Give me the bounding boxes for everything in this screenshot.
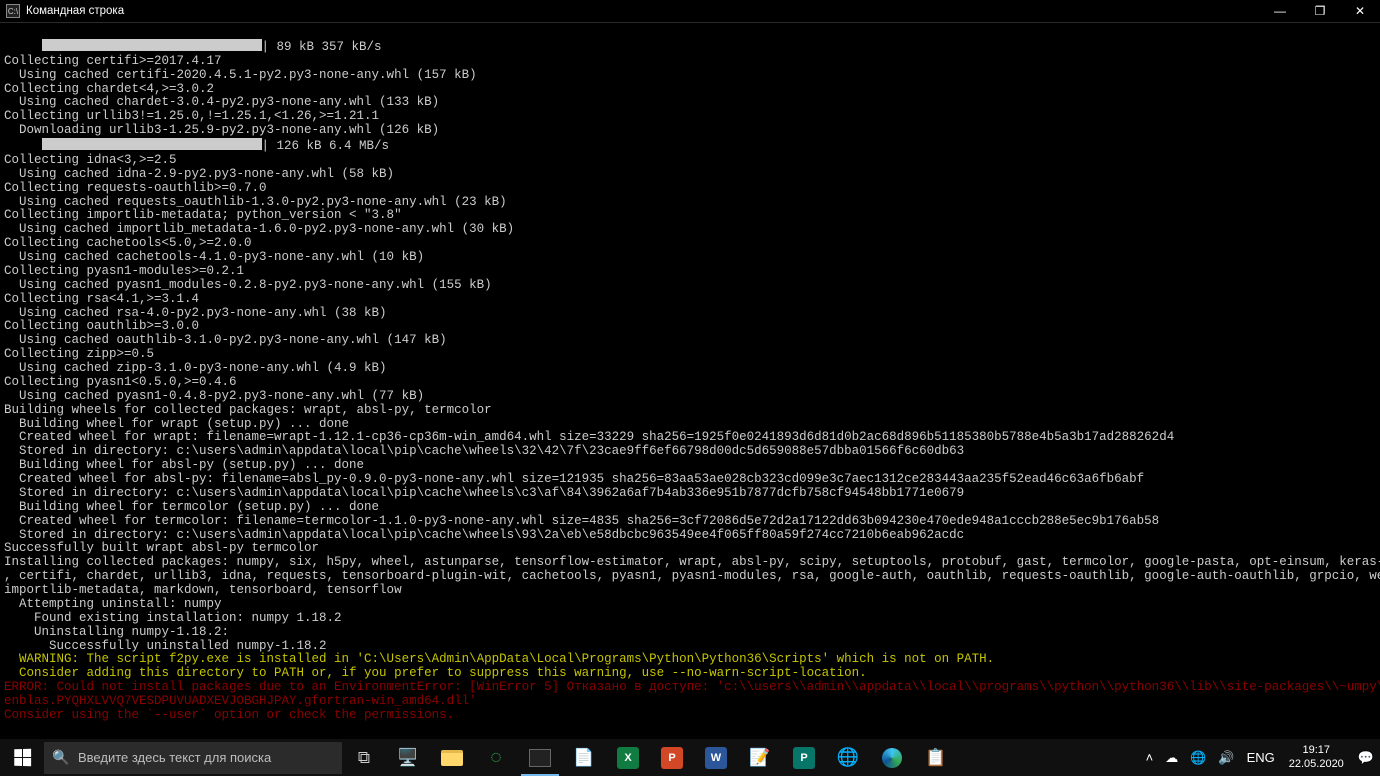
line: Collecting pyasn1-modules>=0.2.1 (4, 264, 244, 278)
line: Using cached cachetools-4.1.0-py3-none-a… (4, 250, 424, 264)
search-placeholder: Введите здесь текст для поиска (78, 750, 271, 765)
line: Created wheel for termcolor: filename=te… (4, 514, 1159, 528)
line: , certifi, chardet, urllib3, idna, reque… (4, 569, 1380, 583)
taskbar-app-powerpoint[interactable]: P (650, 739, 694, 776)
error-line: enblas.PYQHXLVVQ7VESDPUVUADXEVJOBGHJPAY.… (4, 694, 477, 708)
taskbar: 🔍 Введите здесь текст для поиска ⧉ 🖥️ ◌ … (0, 739, 1380, 776)
line: Attempting uninstall: numpy (4, 597, 222, 611)
tray-language[interactable]: ENG (1241, 739, 1281, 776)
folder-icon (441, 750, 463, 766)
line: Successfully built wrapt absl-py termcol… (4, 541, 319, 555)
spinner-icon: ◌ (490, 747, 501, 769)
taskbar-app-cmd[interactable] (518, 739, 562, 776)
line: Using cached pyasn1_modules-0.2.8-py2.py… (4, 278, 492, 292)
cmd-icon: C:\ (6, 4, 20, 18)
start-button[interactable] (0, 739, 44, 776)
tray-notifications-icon[interactable]: 💬 (1352, 739, 1380, 776)
maximize-button[interactable]: ❐ (1300, 0, 1340, 23)
line: Installing collected packages: numpy, si… (4, 555, 1380, 569)
line: Collecting cachetools<5.0,>=2.0.0 (4, 236, 252, 250)
line: Uninstalling numpy-1.18.2: (4, 625, 229, 639)
line: Created wheel for wrapt: filename=wrapt-… (4, 430, 1174, 444)
edge-icon (882, 748, 902, 768)
line: Using cached certifi-2020.4.5.1-py2.py3-… (4, 68, 477, 82)
line: Building wheels for collected packages: … (4, 403, 492, 417)
publisher-icon: P (793, 747, 815, 769)
line: Collecting rsa<4.1,>=3.1.4 (4, 292, 199, 306)
line: Collecting urllib3!=1.25.0,!=1.25.1,<1.2… (4, 109, 379, 123)
progress-text-1: | 89 kB 357 kB/s (262, 40, 382, 54)
system-tray: ˄ ☁ 🌐 🔊 ENG 19:17 22.05.2020 💬 (1140, 739, 1380, 776)
line: Collecting importlib-metadata; python_ve… (4, 208, 402, 222)
tray-network-icon[interactable]: 🌐 (1184, 739, 1212, 776)
windows-icon (14, 749, 31, 766)
powerpoint-icon: P (661, 747, 683, 769)
line: Successfully uninstalled numpy-1.18.2 (4, 639, 327, 653)
tray-date: 22.05.2020 (1289, 758, 1344, 771)
taskbar-app-publisher[interactable]: P (782, 739, 826, 776)
line: Created wheel for absl-py: filename=absl… (4, 472, 1144, 486)
line: Building wheel for termcolor (setup.py) … (4, 500, 379, 514)
taskbar-search[interactable]: 🔍 Введите здесь текст для поиска (44, 742, 342, 774)
line: Building wheel for wrapt (setup.py) ... … (4, 417, 349, 431)
tray-chevron-icon[interactable]: ˄ (1140, 739, 1160, 776)
progress-bar-2 (42, 138, 262, 150)
tray-time: 19:17 (1303, 744, 1331, 757)
line: Stored in directory: c:\users\admin\appd… (4, 528, 964, 542)
line: Found existing installation: numpy 1.18.… (4, 611, 342, 625)
taskbar-app-notepad[interactable]: 📝 (738, 739, 782, 776)
tray-onedrive-icon[interactable]: ☁ (1159, 739, 1184, 776)
line: Collecting pyasn1<0.5.0,>=0.4.6 (4, 375, 237, 389)
minimize-button[interactable]: ― (1260, 0, 1300, 23)
line: Stored in directory: c:\users\admin\appd… (4, 444, 964, 458)
line: Using cached idna-2.9-py2.py3-none-any.w… (4, 167, 394, 181)
line: Using cached chardet-3.0.4-py2.py3-none-… (4, 95, 439, 109)
warning-line: WARNING: The script f2py.exe is installe… (4, 652, 994, 666)
terminal-output[interactable]: | 89 kB 357 kB/s Collecting certifi>=201… (0, 23, 1380, 739)
line: Collecting idna<3,>=2.5 (4, 153, 177, 167)
search-icon: 🔍 (44, 749, 78, 766)
taskbar-app-excel[interactable]: X (606, 739, 650, 776)
taskbar-app-word[interactable]: W (694, 739, 738, 776)
line: Using cached requests_oauthlib-1.3.0-py2… (4, 195, 507, 209)
line: Using cached zipp-3.1.0-py3-none-any.whl… (4, 361, 387, 375)
terminal-icon (529, 749, 551, 767)
taskbar-app-explorer[interactable] (430, 739, 474, 776)
tray-clock[interactable]: 19:17 22.05.2020 (1281, 744, 1352, 770)
line: Using cached pyasn1-0.4.8-py2.py3-none-a… (4, 389, 424, 403)
taskbar-app-monitor[interactable]: 🖥️ (386, 739, 430, 776)
line: Collecting certifi>=2017.4.17 (4, 54, 222, 68)
line: Using cached oauthlib-3.1.0-py2.py3-none… (4, 333, 447, 347)
word-icon: W (705, 747, 727, 769)
line: Building wheel for absl-py (setup.py) ..… (4, 458, 364, 472)
taskbar-app-edge[interactable] (870, 739, 914, 776)
taskbar-app-chrome[interactable]: 🌐 (826, 739, 870, 776)
close-button[interactable]: ✕ (1340, 0, 1380, 23)
line: Using cached rsa-4.0-py2.py3-none-any.wh… (4, 306, 387, 320)
line: Collecting oauthlib>=3.0.0 (4, 319, 199, 333)
line: Using cached importlib_metadata-1.6.0-py… (4, 222, 514, 236)
window-titlebar: C:\ Командная строка ― ❐ ✕ (0, 0, 1380, 23)
progress-text-2: | 126 kB 6.4 MB/s (262, 139, 390, 153)
warning-line: Consider adding this directory to PATH o… (4, 666, 867, 680)
line: Downloading urllib3-1.25.9-py2.py3-none-… (4, 123, 439, 137)
line: Stored in directory: c:\users\admin\appd… (4, 486, 964, 500)
taskbar-app-spinner[interactable]: ◌ (474, 739, 518, 776)
taskbar-app-paste[interactable]: 📋 (914, 739, 958, 776)
excel-icon: X (617, 747, 639, 769)
tray-volume-icon[interactable]: 🔊 (1212, 739, 1240, 776)
task-view-button[interactable]: ⧉ (342, 739, 386, 776)
line: Collecting requests-oauthlib>=0.7.0 (4, 181, 267, 195)
line: importlib-metadata, markdown, tensorboar… (4, 583, 402, 597)
window-title: Командная строка (26, 5, 124, 17)
line: Collecting zipp>=0.5 (4, 347, 154, 361)
error-line: Consider using the `--user` option or ch… (4, 708, 454, 722)
chrome-icon: 🌐 (837, 747, 859, 768)
progress-bar-1 (42, 39, 262, 51)
error-line: ERROR: Could not install packages due to… (4, 680, 1380, 694)
taskbar-app-wordpad[interactable]: 📄 (562, 739, 606, 776)
line: Collecting chardet<4,>=3.0.2 (4, 82, 214, 96)
